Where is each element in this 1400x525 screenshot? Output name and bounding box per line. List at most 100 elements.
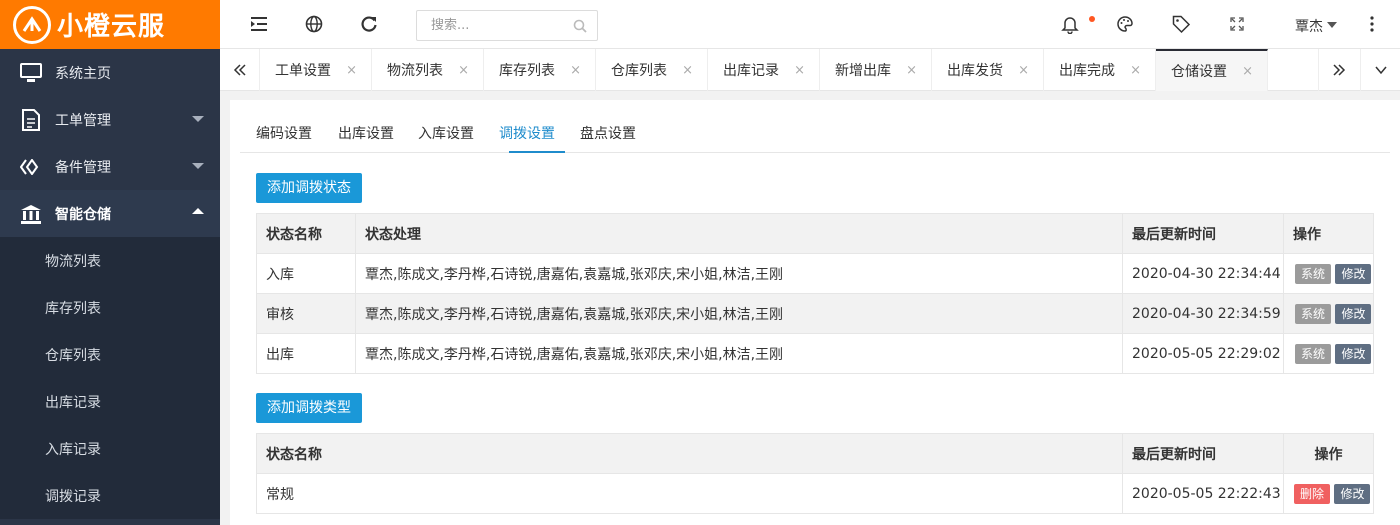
tab-outbound-complete[interactable]: 出库完成 × xyxy=(1044,49,1156,91)
subtab-stocktake[interactable]: 盘点设置 xyxy=(580,123,636,143)
col-header-actions: 操作 xyxy=(1283,433,1374,474)
tab-inventory-list[interactable]: 库存列表 × xyxy=(484,49,596,91)
cell-actions: 系统 修改 xyxy=(1283,293,1374,334)
cell-handlers: 覃杰,陈成文,李丹桦,石诗锐,唐嘉佑,袁嘉城,张邓庆,宋小姐,林洁,王刚 xyxy=(355,253,1123,294)
tabs-scroll-left-icon[interactable] xyxy=(220,49,260,91)
cell-time: 2020-04-30 22:34:44 xyxy=(1122,253,1284,294)
menu-collapse-icon[interactable] xyxy=(249,14,269,34)
sidebar-subitem-inventory[interactable]: 库存列表 xyxy=(0,284,220,331)
cell-time: 2020-04-30 22:34:59 xyxy=(1122,293,1284,334)
search-placeholder: 搜索... xyxy=(431,18,470,33)
table-row: 审核 覃杰,陈成文,李丹桦,石诗锐,唐嘉佑,袁嘉城,张邓庆,宋小姐,林洁,王刚 … xyxy=(256,293,1374,334)
cell-status-name: 审核 xyxy=(256,293,356,334)
close-icon[interactable]: × xyxy=(682,63,693,78)
tabs-scroll-right-icon[interactable] xyxy=(1318,49,1358,91)
cell-handlers: 覃杰,陈成文,李丹桦,石诗锐,唐嘉佑,袁嘉城,张邓庆,宋小姐,林洁,王刚 xyxy=(355,293,1123,334)
theme-palette-icon[interactable] xyxy=(1115,14,1135,34)
tab-outbound-shipping[interactable]: 出库发货 × xyxy=(932,49,1044,91)
close-icon[interactable]: × xyxy=(1130,63,1141,78)
notification-dot xyxy=(1089,16,1095,22)
col-header-last-updated: 最后更新时间 xyxy=(1122,213,1284,254)
subtab-inbound[interactable]: 入库设置 xyxy=(418,123,474,143)
col-header-status-name: 状态名称 xyxy=(256,213,356,254)
logo[interactable]: 小橙云服 xyxy=(0,0,220,49)
search-input[interactable]: 搜索... xyxy=(416,10,598,41)
edit-button[interactable]: 修改 xyxy=(1335,343,1372,364)
tab-label: 仓库列表 xyxy=(611,63,667,79)
top-header: 搜索... 覃杰 xyxy=(220,0,1400,49)
close-icon[interactable]: × xyxy=(346,63,357,78)
sidebar-item-spareparts[interactable]: 备件管理 xyxy=(0,143,220,190)
add-transfer-status-button[interactable]: 添加调拨状态 xyxy=(256,173,362,203)
sidebar-item-label: 系统主页 xyxy=(55,65,111,82)
sidebar-subitem-warehouses[interactable]: 仓库列表 xyxy=(0,331,220,378)
close-icon[interactable]: × xyxy=(906,63,917,78)
delete-button[interactable]: 删除 xyxy=(1294,483,1331,504)
cell-actions: 系统 修改 xyxy=(1283,333,1374,374)
cell-status-name: 入库 xyxy=(256,253,356,294)
tabs-menu-chevron-down-icon[interactable] xyxy=(1360,49,1400,91)
col-header-actions: 操作 xyxy=(1283,213,1374,254)
tab-label: 出库发货 xyxy=(947,63,1003,79)
transfer-type-table: 状态名称 最后更新时间 操作 常规 2020-05-05 22:22:43 删除… xyxy=(256,433,1374,514)
chevron-down-icon xyxy=(192,163,204,169)
table-row: 入库 覃杰,陈成文,李丹桦,石诗锐,唐嘉佑,袁嘉城,张邓庆,宋小姐,林洁,王刚 … xyxy=(256,253,1374,294)
edit-button[interactable]: 修改 xyxy=(1335,303,1372,324)
refresh-icon[interactable] xyxy=(359,14,379,34)
tag-icon[interactable] xyxy=(1171,14,1191,34)
sidebar-subitem-outbound[interactable]: 出库记录 xyxy=(0,378,220,425)
edit-button[interactable]: 修改 xyxy=(1334,483,1371,504)
tab-warehouse-list[interactable]: 仓库列表 × xyxy=(596,49,708,91)
sidebar-item-label: 智能仓储 xyxy=(55,206,111,223)
close-icon[interactable]: × xyxy=(794,63,805,78)
tab-logistics-list[interactable]: 物流列表 × xyxy=(372,49,484,91)
tab-storage-settings[interactable]: 仓储设置 × xyxy=(1156,49,1268,91)
logo-text: 小橙云服 xyxy=(57,12,166,42)
cell-actions: 系统 修改 xyxy=(1283,253,1374,294)
edit-button[interactable]: 修改 xyxy=(1335,263,1372,284)
settings-subtabs: 编码设置 出库设置 入库设置 调拨设置 盘点设置 xyxy=(240,100,1390,153)
system-badge: 系统 xyxy=(1295,343,1332,364)
subtab-coding[interactable]: 编码设置 xyxy=(256,123,312,143)
close-icon[interactable]: × xyxy=(570,63,581,78)
table-header-row: 状态名称 最后更新时间 操作 xyxy=(256,433,1374,474)
close-icon[interactable]: × xyxy=(1242,64,1253,79)
close-icon[interactable]: × xyxy=(458,63,469,78)
caret-down-icon[interactable] xyxy=(1327,22,1337,28)
tab-workorder-settings[interactable]: 工单设置 × xyxy=(260,49,372,91)
sidebar-item-workorder[interactable]: 工单管理 xyxy=(0,96,220,143)
sidebar: 小橙云服 系统主页 工单管理 备件管理 智能仓储 物流列表 库存列表 仓库列表 … xyxy=(0,0,220,525)
sidebar-item-warehouse[interactable]: 智能仓储 xyxy=(0,190,220,237)
chevron-up-icon xyxy=(192,208,204,214)
sidebar-subitem-inbound[interactable]: 入库记录 xyxy=(0,425,220,472)
tab-label: 库存列表 xyxy=(499,63,555,79)
sidebar-subitem-logistics[interactable]: 物流列表 xyxy=(0,237,220,284)
cell-status-name: 常规 xyxy=(256,473,1123,514)
subtab-transfer[interactable]: 调拨设置 xyxy=(499,123,555,143)
sidebar-item-label: 工单管理 xyxy=(55,112,111,129)
bank-icon xyxy=(20,203,42,225)
tab-outbound-records[interactable]: 出库记录 × xyxy=(708,49,820,91)
monitor-icon xyxy=(20,62,42,84)
col-header-status-handlers: 状态处理 xyxy=(355,213,1123,254)
close-icon[interactable]: × xyxy=(1018,63,1029,78)
more-vertical-icon[interactable] xyxy=(1362,14,1382,34)
sidebar-submenu: 物流列表 库存列表 仓库列表 出库记录 入库记录 调拨记录 xyxy=(0,237,220,519)
sidebar-item-label: 备件管理 xyxy=(55,159,111,176)
sidebar-subitem-transfer[interactable]: 调拨记录 xyxy=(0,472,220,519)
subtab-outbound[interactable]: 出库设置 xyxy=(338,123,394,143)
col-header-last-updated: 最后更新时间 xyxy=(1122,433,1284,474)
user-name[interactable]: 覃杰 xyxy=(1295,16,1323,36)
add-transfer-type-button[interactable]: 添加调拨类型 xyxy=(256,393,362,423)
globe-icon[interactable] xyxy=(304,14,324,34)
fullscreen-icon[interactable] xyxy=(1227,14,1247,34)
transfer-status-table: 状态名称 状态处理 最后更新时间 操作 入库 覃杰,陈成文,李丹桦,石诗锐,唐嘉… xyxy=(256,213,1374,374)
search-icon[interactable] xyxy=(573,19,587,33)
col-header-status-name: 状态名称 xyxy=(256,433,1123,474)
diamond-icon xyxy=(20,156,42,178)
tab-label: 出库记录 xyxy=(723,63,779,79)
bell-icon[interactable] xyxy=(1060,14,1080,34)
logo-icon xyxy=(13,5,51,44)
tab-new-outbound[interactable]: 新增出库 × xyxy=(820,49,932,91)
sidebar-item-home[interactable]: 系统主页 xyxy=(0,49,220,96)
